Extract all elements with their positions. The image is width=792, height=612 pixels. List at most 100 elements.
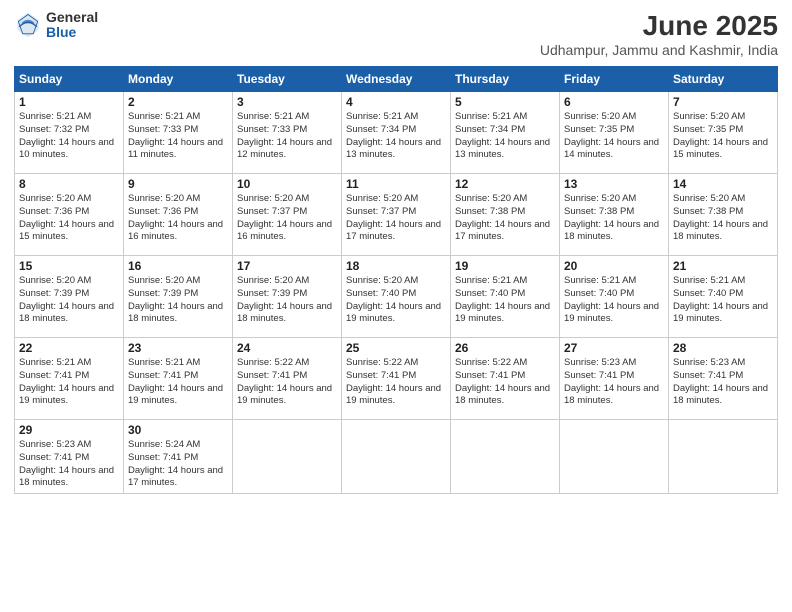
table-row: 10 Sunrise: 5:20 AMSunset: 7:37 PMDaylig… xyxy=(233,174,342,256)
table-row: 12 Sunrise: 5:20 AMSunset: 7:38 PMDaylig… xyxy=(451,174,560,256)
table-row: 25 Sunrise: 5:22 AMSunset: 7:41 PMDaylig… xyxy=(342,338,451,420)
month-title: June 2025 xyxy=(540,10,778,42)
day-number: 2 xyxy=(128,95,228,109)
day-number: 9 xyxy=(128,177,228,191)
col-friday: Friday xyxy=(560,67,669,92)
col-thursday: Thursday xyxy=(451,67,560,92)
day-info: Sunrise: 5:21 AMSunset: 7:33 PMDaylight:… xyxy=(128,111,228,162)
col-tuesday: Tuesday xyxy=(233,67,342,92)
table-row xyxy=(342,420,451,494)
calendar-row: 1 Sunrise: 5:21 AMSunset: 7:32 PMDayligh… xyxy=(15,92,778,174)
table-row: 7 Sunrise: 5:20 AMSunset: 7:35 PMDayligh… xyxy=(669,92,778,174)
day-info: Sunrise: 5:23 AMSunset: 7:41 PMDaylight:… xyxy=(673,357,773,408)
table-row: 26 Sunrise: 5:22 AMSunset: 7:41 PMDaylig… xyxy=(451,338,560,420)
day-info: Sunrise: 5:21 AMSunset: 7:34 PMDaylight:… xyxy=(455,111,555,162)
table-row xyxy=(233,420,342,494)
table-row: 8 Sunrise: 5:20 AMSunset: 7:36 PMDayligh… xyxy=(15,174,124,256)
table-row: 5 Sunrise: 5:21 AMSunset: 7:34 PMDayligh… xyxy=(451,92,560,174)
title-block: June 2025 Udhampur, Jammu and Kashmir, I… xyxy=(540,10,778,58)
day-number: 27 xyxy=(564,341,664,355)
table-row: 21 Sunrise: 5:21 AMSunset: 7:40 PMDaylig… xyxy=(669,256,778,338)
logo: General Blue xyxy=(14,10,98,41)
table-row: 16 Sunrise: 5:20 AMSunset: 7:39 PMDaylig… xyxy=(124,256,233,338)
table-row: 9 Sunrise: 5:20 AMSunset: 7:36 PMDayligh… xyxy=(124,174,233,256)
day-info: Sunrise: 5:20 AMSunset: 7:39 PMDaylight:… xyxy=(128,275,228,326)
table-row: 4 Sunrise: 5:21 AMSunset: 7:34 PMDayligh… xyxy=(342,92,451,174)
day-number: 18 xyxy=(346,259,446,273)
table-row: 14 Sunrise: 5:20 AMSunset: 7:38 PMDaylig… xyxy=(669,174,778,256)
day-info: Sunrise: 5:20 AMSunset: 7:37 PMDaylight:… xyxy=(346,193,446,244)
header: General Blue June 2025 Udhampur, Jammu a… xyxy=(14,10,778,58)
day-info: Sunrise: 5:21 AMSunset: 7:40 PMDaylight:… xyxy=(564,275,664,326)
day-number: 7 xyxy=(673,95,773,109)
day-number: 12 xyxy=(455,177,555,191)
day-info: Sunrise: 5:21 AMSunset: 7:33 PMDaylight:… xyxy=(237,111,337,162)
logo-general: General xyxy=(46,10,98,25)
day-number: 1 xyxy=(19,95,119,109)
day-info: Sunrise: 5:22 AMSunset: 7:41 PMDaylight:… xyxy=(237,357,337,408)
day-info: Sunrise: 5:20 AMSunset: 7:37 PMDaylight:… xyxy=(237,193,337,244)
calendar: Sunday Monday Tuesday Wednesday Thursday… xyxy=(14,66,778,494)
day-number: 4 xyxy=(346,95,446,109)
table-row: 29 Sunrise: 5:23 AMSunset: 7:41 PMDaylig… xyxy=(15,420,124,494)
day-number: 30 xyxy=(128,423,228,437)
col-saturday: Saturday xyxy=(669,67,778,92)
day-info: Sunrise: 5:20 AMSunset: 7:35 PMDaylight:… xyxy=(673,111,773,162)
day-number: 22 xyxy=(19,341,119,355)
table-row: 15 Sunrise: 5:20 AMSunset: 7:39 PMDaylig… xyxy=(15,256,124,338)
day-number: 16 xyxy=(128,259,228,273)
calendar-row: 8 Sunrise: 5:20 AMSunset: 7:36 PMDayligh… xyxy=(15,174,778,256)
day-info: Sunrise: 5:21 AMSunset: 7:41 PMDaylight:… xyxy=(19,357,119,408)
table-row: 3 Sunrise: 5:21 AMSunset: 7:33 PMDayligh… xyxy=(233,92,342,174)
day-info: Sunrise: 5:21 AMSunset: 7:34 PMDaylight:… xyxy=(346,111,446,162)
table-row: 19 Sunrise: 5:21 AMSunset: 7:40 PMDaylig… xyxy=(451,256,560,338)
day-number: 29 xyxy=(19,423,119,437)
table-row xyxy=(669,420,778,494)
table-row: 2 Sunrise: 5:21 AMSunset: 7:33 PMDayligh… xyxy=(124,92,233,174)
day-number: 14 xyxy=(673,177,773,191)
table-row: 17 Sunrise: 5:20 AMSunset: 7:39 PMDaylig… xyxy=(233,256,342,338)
day-number: 19 xyxy=(455,259,555,273)
location: Udhampur, Jammu and Kashmir, India xyxy=(540,42,778,58)
table-row: 1 Sunrise: 5:21 AMSunset: 7:32 PMDayligh… xyxy=(15,92,124,174)
day-info: Sunrise: 5:20 AMSunset: 7:39 PMDaylight:… xyxy=(19,275,119,326)
table-row xyxy=(451,420,560,494)
day-number: 13 xyxy=(564,177,664,191)
table-row: 18 Sunrise: 5:20 AMSunset: 7:40 PMDaylig… xyxy=(342,256,451,338)
day-number: 5 xyxy=(455,95,555,109)
day-info: Sunrise: 5:22 AMSunset: 7:41 PMDaylight:… xyxy=(346,357,446,408)
day-info: Sunrise: 5:20 AMSunset: 7:38 PMDaylight:… xyxy=(564,193,664,244)
table-row: 13 Sunrise: 5:20 AMSunset: 7:38 PMDaylig… xyxy=(560,174,669,256)
day-info: Sunrise: 5:20 AMSunset: 7:38 PMDaylight:… xyxy=(673,193,773,244)
calendar-body: 1 Sunrise: 5:21 AMSunset: 7:32 PMDayligh… xyxy=(15,92,778,494)
day-number: 3 xyxy=(237,95,337,109)
table-row: 30 Sunrise: 5:24 AMSunset: 7:41 PMDaylig… xyxy=(124,420,233,494)
day-info: Sunrise: 5:21 AMSunset: 7:32 PMDaylight:… xyxy=(19,111,119,162)
col-monday: Monday xyxy=(124,67,233,92)
day-number: 24 xyxy=(237,341,337,355)
day-number: 21 xyxy=(673,259,773,273)
page: General Blue June 2025 Udhampur, Jammu a… xyxy=(0,0,792,612)
calendar-row: 29 Sunrise: 5:23 AMSunset: 7:41 PMDaylig… xyxy=(15,420,778,494)
calendar-header-row: Sunday Monday Tuesday Wednesday Thursday… xyxy=(15,67,778,92)
table-row: 22 Sunrise: 5:21 AMSunset: 7:41 PMDaylig… xyxy=(15,338,124,420)
table-row: 28 Sunrise: 5:23 AMSunset: 7:41 PMDaylig… xyxy=(669,338,778,420)
table-row: 6 Sunrise: 5:20 AMSunset: 7:35 PMDayligh… xyxy=(560,92,669,174)
day-info: Sunrise: 5:23 AMSunset: 7:41 PMDaylight:… xyxy=(564,357,664,408)
day-info: Sunrise: 5:21 AMSunset: 7:40 PMDaylight:… xyxy=(455,275,555,326)
table-row: 24 Sunrise: 5:22 AMSunset: 7:41 PMDaylig… xyxy=(233,338,342,420)
day-number: 8 xyxy=(19,177,119,191)
day-info: Sunrise: 5:21 AMSunset: 7:41 PMDaylight:… xyxy=(128,357,228,408)
day-number: 6 xyxy=(564,95,664,109)
day-info: Sunrise: 5:20 AMSunset: 7:40 PMDaylight:… xyxy=(346,275,446,326)
day-info: Sunrise: 5:20 AMSunset: 7:36 PMDaylight:… xyxy=(128,193,228,244)
calendar-row: 15 Sunrise: 5:20 AMSunset: 7:39 PMDaylig… xyxy=(15,256,778,338)
day-number: 20 xyxy=(564,259,664,273)
table-row: 11 Sunrise: 5:20 AMSunset: 7:37 PMDaylig… xyxy=(342,174,451,256)
day-number: 26 xyxy=(455,341,555,355)
day-info: Sunrise: 5:23 AMSunset: 7:41 PMDaylight:… xyxy=(19,439,119,490)
day-number: 10 xyxy=(237,177,337,191)
logo-icon xyxy=(14,11,42,39)
day-number: 28 xyxy=(673,341,773,355)
logo-text: General Blue xyxy=(46,10,98,41)
